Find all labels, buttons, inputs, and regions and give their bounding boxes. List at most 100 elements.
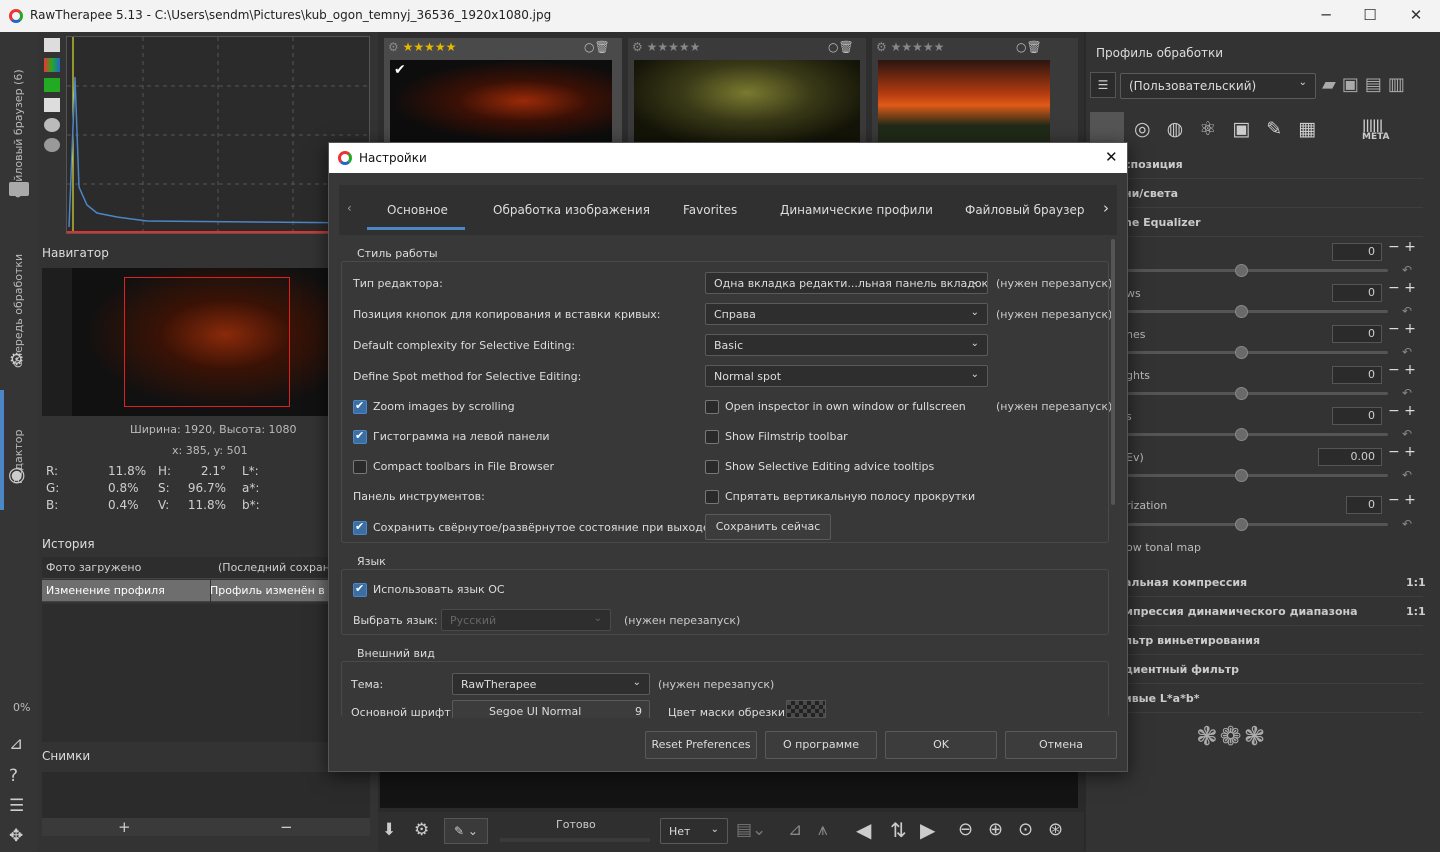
profile-list-icon[interactable]: ☰ xyxy=(1090,72,1116,98)
flip-icon[interactable]: ⩚ xyxy=(818,820,828,840)
theme-select[interactable]: RawTherapee ⌄ xyxy=(452,673,650,695)
editor-type-select[interactable]: Одна вкладка редакти...льная панель вкла… xyxy=(705,272,988,294)
history-row[interactable]: Фото загружено (Последний сохранё xyxy=(42,557,342,579)
slider-stepper[interactable]: − + xyxy=(1388,492,1416,508)
slider-value[interactable]: 0 xyxy=(1332,243,1382,261)
slider-knob[interactable] xyxy=(1235,264,1248,277)
tabs-scroll-right-icon[interactable]: › xyxy=(1103,199,1109,217)
slider-stepper[interactable]: − + xyxy=(1388,362,1416,378)
close-window-button[interactable]: ✕ xyxy=(1404,6,1428,24)
dialog-close-button[interactable]: ✕ xyxy=(1105,148,1118,166)
sliders-icon[interactable]: ☰ xyxy=(9,796,24,816)
move-icon[interactable]: ✥ xyxy=(9,826,23,846)
crop-mask-color-swatch[interactable] xyxy=(786,700,826,718)
section-row[interactable]: диентный фильтр xyxy=(1086,655,1423,684)
remove-snapshot-button[interactable]: − xyxy=(280,818,293,836)
profile-actions[interactable]: ▰▣▤▥ xyxy=(1322,74,1411,95)
hist-luminance-icon[interactable] xyxy=(44,98,60,112)
profile-select[interactable]: (Пользовательский) ⌄ xyxy=(1120,73,1316,99)
dialog-scrollbar[interactable] xyxy=(1111,239,1115,505)
folder-icon[interactable] xyxy=(9,182,29,196)
slider-stepper[interactable]: − + xyxy=(1388,444,1416,460)
tonal-map-checkbox-label[interactable]: ow tonal map xyxy=(1126,541,1201,554)
save-now-button[interactable]: Сохранить сейчас xyxy=(705,514,831,540)
aperture-icon[interactable]: ◉ xyxy=(8,462,25,486)
gears-icon[interactable]: ⚙ xyxy=(9,350,24,370)
trash-icon[interactable]: ○🗑 xyxy=(584,40,610,54)
reset-icon[interactable]: ↶ xyxy=(1402,427,1412,441)
tab-dynamic-profiles[interactable]: Динамические профили xyxy=(780,203,933,217)
reset-icon[interactable]: ↶ xyxy=(1402,386,1412,400)
rotate-icon[interactable]: ⊿ xyxy=(788,820,802,840)
navigator-viewport-rect[interactable] xyxy=(124,277,290,407)
reset-preferences-button[interactable]: Reset Preferences xyxy=(645,731,757,759)
hist-chroma-icon[interactable] xyxy=(44,118,60,132)
next-image-icon[interactable]: ▶ xyxy=(920,818,935,842)
sync-icon[interactable]: ⇅ xyxy=(890,818,907,842)
save-state-checkbox[interactable] xyxy=(353,520,367,535)
slider-stepper[interactable]: − + xyxy=(1388,239,1416,255)
use-os-language-checkbox[interactable] xyxy=(353,582,367,597)
about-button[interactable]: О программе xyxy=(765,731,877,759)
slider-stepper[interactable]: − + xyxy=(1388,321,1416,337)
section-row[interactable]: ивые L*a*b* xyxy=(1086,684,1423,713)
curve-buttons-select[interactable]: Справа ⌄ xyxy=(705,303,988,325)
slider-value[interactable]: 0 xyxy=(1332,284,1382,302)
slider-stepper[interactable]: − + xyxy=(1388,280,1416,296)
zoom-scroll-checkbox[interactable] xyxy=(353,399,367,414)
slider-track[interactable] xyxy=(1126,433,1388,436)
advice-tooltips-checkbox[interactable] xyxy=(705,460,719,474)
tab-favorites[interactable]: Favorites xyxy=(683,203,737,217)
preview-select[interactable]: Нет ⌄ xyxy=(660,818,728,844)
section-shadows-highlights[interactable]: ни/света xyxy=(1086,179,1423,208)
crop-add-icon[interactable]: ⊿ xyxy=(9,734,23,754)
slider-value[interactable]: 0 xyxy=(1332,366,1382,384)
tool-tab-meta[interactable]: |||||| META xyxy=(1362,118,1390,142)
complexity-select[interactable]: Basic ⌄ xyxy=(705,334,988,356)
trash-icon[interactable]: ○🗑 xyxy=(828,40,854,54)
inspector-checkbox[interactable] xyxy=(705,400,719,414)
thumbnail[interactable]: ⚙ ★★★★★ ○🗑 xyxy=(628,38,866,142)
slider-value[interactable]: 0 xyxy=(1346,496,1382,514)
tool-tab-exposure[interactable] xyxy=(1090,112,1124,146)
hist-green-icon[interactable] xyxy=(44,78,60,92)
thumbnail[interactable]: ⚙ ★★★★★ ○🗑 xyxy=(872,38,1078,142)
section-row[interactable]: льтр виньетирования xyxy=(1086,626,1423,655)
slider-track[interactable] xyxy=(1126,310,1388,313)
slider-knob[interactable] xyxy=(1235,346,1248,359)
reset-icon[interactable]: ↶ xyxy=(1402,263,1412,277)
hist-mode-icon[interactable] xyxy=(44,138,60,152)
hist-raw-icon[interactable] xyxy=(44,38,60,52)
slider-track[interactable] xyxy=(1126,269,1388,272)
section-tone-equalizer[interactable]: ne Equalizer xyxy=(1086,208,1423,237)
spot-method-select[interactable]: Normal spot ⌄ xyxy=(705,365,988,387)
reset-icon[interactable]: ↶ xyxy=(1402,517,1412,531)
slider-value[interactable]: 0 xyxy=(1332,325,1382,343)
main-font-button[interactable]: Segoe UI Normal 9 xyxy=(452,700,650,718)
slider-track[interactable] xyxy=(1126,351,1388,354)
tool-tabs[interactable]: ◎◍⚛▣✎▦ xyxy=(1134,118,1332,140)
slider-knob[interactable] xyxy=(1235,469,1248,482)
slider-knob[interactable] xyxy=(1235,428,1248,441)
save-image-icon[interactable]: ⬇ xyxy=(382,820,396,840)
reset-icon[interactable]: ↶ xyxy=(1402,468,1412,482)
slider-knob[interactable] xyxy=(1235,305,1248,318)
slider-track[interactable] xyxy=(1126,474,1388,477)
slider-knob[interactable] xyxy=(1235,518,1248,531)
slider-track[interactable] xyxy=(1126,523,1388,526)
compact-toolbars-checkbox[interactable] xyxy=(353,460,367,474)
editor-external-button[interactable]: ✎ ⌄ xyxy=(444,818,488,844)
queue-icon[interactable]: ⚙ xyxy=(414,820,429,840)
tab-general[interactable]: Основное xyxy=(387,203,448,217)
tab-file-browser[interactable]: Файловый браузер (6) xyxy=(12,69,25,198)
zoom-100-icon[interactable]: ⊛ xyxy=(1048,819,1063,840)
color-management-icon[interactable]: ▤⌄ xyxy=(736,820,766,840)
tabs-scroll-left-icon[interactable]: ‹ xyxy=(347,201,352,215)
trash-icon[interactable]: ○🗑 xyxy=(1016,40,1042,54)
help-icon[interactable]: ? xyxy=(9,766,18,786)
section-row[interactable]: альная компрессия 1:1 xyxy=(1086,568,1426,597)
prev-image-icon[interactable]: ◀ xyxy=(856,818,871,842)
reset-icon[interactable]: ↶ xyxy=(1402,345,1412,359)
hist-left-checkbox[interactable] xyxy=(353,429,367,444)
add-snapshot-button[interactable]: + xyxy=(118,818,131,836)
